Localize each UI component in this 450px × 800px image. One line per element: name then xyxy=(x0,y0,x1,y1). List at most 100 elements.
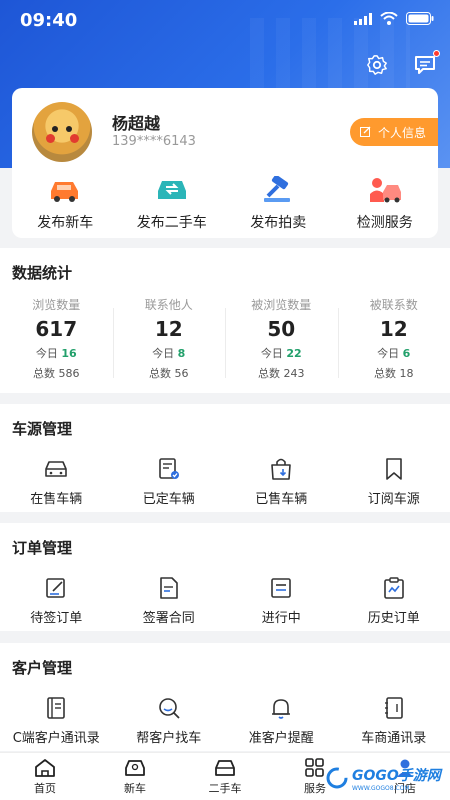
history-order-icon xyxy=(380,575,408,601)
tab-used-car[interactable]: 二手车 xyxy=(180,753,270,800)
pending-sign-orders-label: 待签订单 xyxy=(30,611,83,626)
address-book-icon xyxy=(42,695,70,721)
stat-value: 617 xyxy=(35,317,78,341)
customers-title: 客户管理 xyxy=(12,659,73,677)
dealer-book-icon xyxy=(380,695,408,721)
in-progress-orders-label: 进行中 xyxy=(261,611,301,626)
tab-used-car-label: 二手车 xyxy=(208,781,242,795)
sold-vehicles-button[interactable]: 已售车辆 xyxy=(225,456,338,507)
watermark-text: GOGO手游网 xyxy=(352,767,441,784)
stat-today: 今日 6 xyxy=(377,347,411,360)
header-actions xyxy=(364,50,440,78)
history-orders-label: 历史订单 xyxy=(367,611,420,626)
sold-vehicles-label: 已售车辆 xyxy=(255,492,308,507)
user-phone: 139****6143 xyxy=(112,134,196,149)
stat-today: 今日 22 xyxy=(260,347,302,360)
auction-hammer-icon xyxy=(259,174,297,206)
reserved-vehicles-button[interactable]: 已定车辆 xyxy=(113,456,226,507)
help-find-car-button[interactable]: 帮客户找车 xyxy=(113,695,226,746)
customers-section: 客户管理 C端客户通讯录 帮客户找车 准客户提醒 车商通讯录 xyxy=(0,643,450,751)
pending-sign-orders-button[interactable]: 待签订单 xyxy=(0,575,113,626)
stats-section: 数据统计 浏览数量 617 今日 16 总数 586 联系他人 12 今日 8 … xyxy=(0,248,450,393)
watermark-c-icon xyxy=(326,767,348,789)
history-orders-button[interactable]: 历史订单 xyxy=(338,575,450,626)
watermark-sub: WWW.GOGO8.COM xyxy=(352,784,410,792)
c-customer-contacts-button[interactable]: C端客户通讯录 xyxy=(0,695,113,746)
publish-new-car-label: 发布新车 xyxy=(37,215,94,231)
publish-used-car-button[interactable]: 发布二手车 xyxy=(119,174,226,232)
on-sale-vehicles-label: 在售车辆 xyxy=(30,492,83,507)
c-customer-contacts-label: C端客户通讯录 xyxy=(12,731,100,746)
bookmark-icon xyxy=(380,456,408,482)
pending-sign-icon xyxy=(42,575,70,601)
stat-today: 今日 16 xyxy=(35,347,77,360)
prospect-reminder-button[interactable]: 准客户提醒 xyxy=(225,695,338,746)
stat-label: 被浏览数量 xyxy=(251,298,312,312)
stat-views[interactable]: 浏览数量 617 今日 16 总数 586 xyxy=(0,296,113,381)
inspection-service-label: 检测服务 xyxy=(356,215,413,231)
stat-today: 今日 8 xyxy=(152,347,186,360)
publish-used-car-label: 发布二手车 xyxy=(136,215,207,231)
stat-total: 总数 18 xyxy=(374,367,414,380)
sold-bag-icon xyxy=(267,456,295,482)
wifi-icon xyxy=(380,12,398,25)
reserved-doc-icon xyxy=(155,456,183,482)
on-sale-vehicles-button[interactable]: 在售车辆 xyxy=(0,456,113,507)
publish-new-car-button[interactable]: 发布新车 xyxy=(12,174,119,232)
status-time: 09:40 xyxy=(20,10,78,31)
battery-icon xyxy=(406,12,434,25)
status-bar: 09:40 xyxy=(0,0,450,42)
avatar[interactable] xyxy=(32,102,92,162)
stat-value: 12 xyxy=(154,317,183,341)
tab-new-car[interactable]: 新车 xyxy=(90,753,180,800)
prospect-reminder-label: 准客户提醒 xyxy=(248,731,314,746)
stat-label: 联系他人 xyxy=(144,298,193,312)
publish-auction-label: 发布拍卖 xyxy=(250,215,307,231)
profile-card: 杨超越 139****6143 个人信息 发布新车 发布二手车 发布拍卖 检测服… xyxy=(12,88,438,238)
watermark-logo: GOGO手游网 WWW.GOGO8.COM xyxy=(326,760,446,796)
tab-new-car-label: 新车 xyxy=(124,781,146,795)
stat-label: 被联系数 xyxy=(369,298,418,312)
stat-value: 12 xyxy=(379,317,408,341)
quick-actions: 发布新车 发布二手车 发布拍卖 检测服务 xyxy=(12,174,438,232)
settings-icon[interactable] xyxy=(364,52,390,78)
tab-home[interactable]: 首页 xyxy=(0,753,90,800)
new-car-icon xyxy=(46,174,84,206)
tab-home-label: 首页 xyxy=(34,781,56,795)
reserved-vehicles-label: 已定车辆 xyxy=(142,492,195,507)
dealer-contacts-label: 车商通讯录 xyxy=(361,731,427,746)
inventory-title: 车源管理 xyxy=(12,420,73,438)
stat-contacted[interactable]: 被联系数 12 今日 6 总数 18 xyxy=(337,296,450,381)
notification-dot xyxy=(433,50,440,57)
help-find-car-label: 帮客户找车 xyxy=(136,731,202,746)
contract-icon xyxy=(155,575,183,601)
stat-contacts[interactable]: 联系他人 12 今日 8 总数 56 xyxy=(112,296,226,381)
personal-info-button[interactable]: 个人信息 xyxy=(349,118,438,146)
sign-contract-button[interactable]: 签署合同 xyxy=(113,575,226,626)
subscribe-source-label: 订阅车源 xyxy=(367,492,420,507)
publish-auction-button[interactable]: 发布拍卖 xyxy=(225,174,332,232)
used-car-icon xyxy=(153,174,191,206)
personal-info-label: 个人信息 xyxy=(377,125,426,140)
stat-viewed[interactable]: 被浏览数量 50 今日 22 总数 243 xyxy=(225,296,338,381)
inventory-grid: 在售车辆 已定车辆 已售车辆 订阅车源 xyxy=(0,456,450,507)
stats-row: 浏览数量 617 今日 16 总数 586 联系他人 12 今日 8 总数 56… xyxy=(0,296,450,381)
home-icon xyxy=(35,758,55,777)
status-icons xyxy=(354,12,434,25)
subscribe-source-button[interactable]: 订阅车源 xyxy=(338,456,450,507)
stat-total: 总数 586 xyxy=(33,367,80,380)
bell-icon xyxy=(267,695,295,721)
tab-service-label: 服务 xyxy=(304,781,326,795)
signal-icon xyxy=(354,12,372,25)
message-icon[interactable] xyxy=(412,50,440,78)
dealer-contacts-button[interactable]: 车商通讯录 xyxy=(338,695,450,746)
inspection-service-button[interactable]: 检测服务 xyxy=(332,174,439,232)
edit-icon xyxy=(359,126,371,137)
car-front-icon xyxy=(42,456,70,482)
stats-title: 数据统计 xyxy=(12,264,73,282)
inventory-section: 车源管理 在售车辆 已定车辆 已售车辆 订阅车源 xyxy=(0,404,450,512)
service-grid-icon xyxy=(305,757,324,777)
user-name: 杨超越 xyxy=(112,114,161,133)
search-car-icon xyxy=(155,695,183,721)
in-progress-orders-button[interactable]: 进行中 xyxy=(225,575,338,626)
